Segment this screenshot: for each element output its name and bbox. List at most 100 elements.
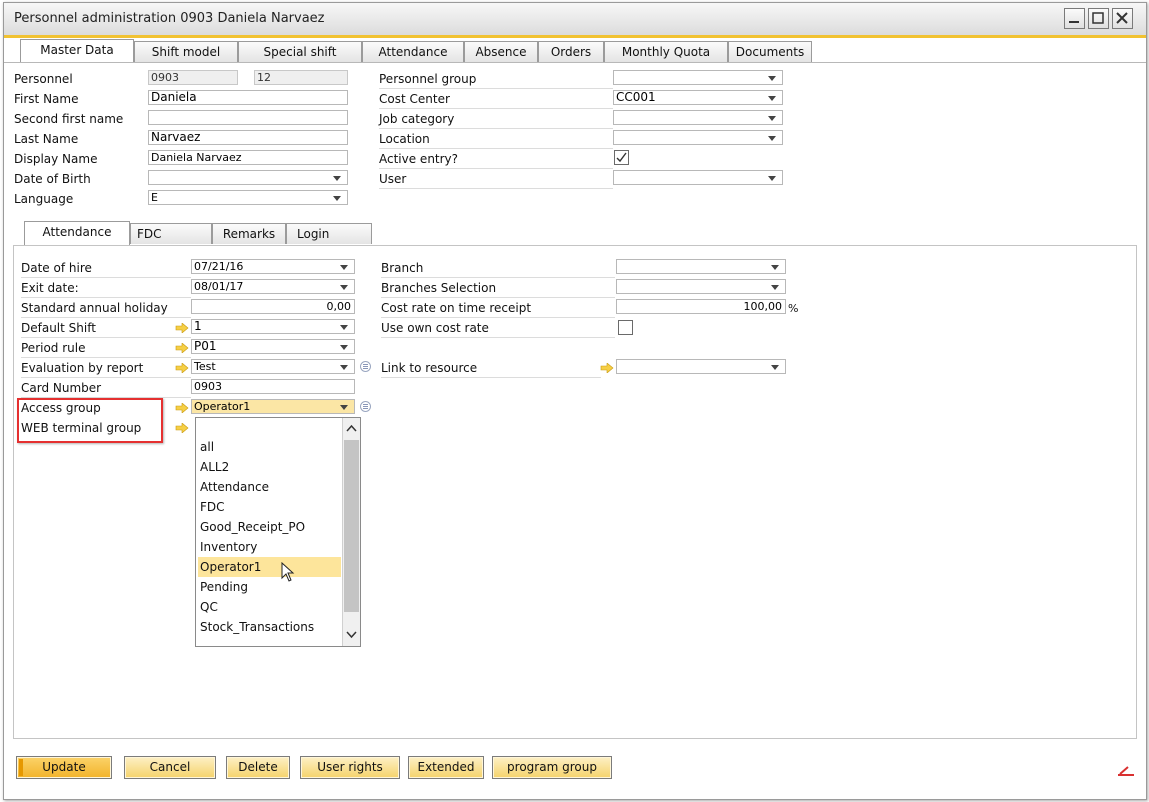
tab-documents[interactable]: Documents bbox=[728, 41, 812, 62]
tab-monthly-quota[interactable]: Monthly Quota bbox=[604, 41, 728, 62]
list-item[interactable]: Pending bbox=[198, 577, 341, 597]
link-arrow-icon[interactable] bbox=[175, 403, 189, 413]
tab-master-data[interactable]: Master Data bbox=[20, 39, 134, 63]
row-separator bbox=[21, 337, 191, 338]
scroll-down-icon[interactable] bbox=[345, 628, 358, 642]
app-logo-icon bbox=[1118, 766, 1134, 776]
branches-selection-label: Branches Selection bbox=[381, 281, 497, 295]
branch-label: Branch bbox=[381, 261, 424, 275]
link-arrow-icon[interactable] bbox=[175, 343, 189, 353]
row-separator bbox=[21, 357, 191, 358]
tab-special-shift[interactable]: Special shift bbox=[238, 41, 362, 62]
personnel-window: Personnel administration 0903 Daniela Na… bbox=[3, 2, 1147, 800]
subtab-remarks[interactable]: Remarks bbox=[212, 223, 286, 244]
maximize-button[interactable] bbox=[1088, 8, 1109, 29]
program-group-button[interactable]: program group bbox=[492, 756, 612, 779]
personnel-label: Personnel bbox=[14, 72, 73, 86]
row-separator bbox=[21, 297, 191, 298]
subtab-fdc[interactable]: FDC bbox=[130, 223, 212, 244]
subtab-attendance[interactable]: Attendance bbox=[24, 221, 130, 245]
subtab-login[interactable]: Login bbox=[286, 223, 372, 244]
checkmark-icon bbox=[616, 152, 627, 163]
tab-shift-model[interactable]: Shift model bbox=[134, 41, 238, 62]
job-category-dropdown[interactable] bbox=[613, 110, 783, 125]
own-cost-rate-checkbox[interactable] bbox=[618, 320, 633, 335]
update-button[interactable]: Update bbox=[16, 756, 112, 779]
mouse-cursor-icon bbox=[281, 562, 295, 582]
default-shift-dropdown[interactable]: 1 bbox=[191, 319, 355, 334]
delete-button[interactable]: Delete bbox=[226, 756, 290, 779]
link-resource-label: Link to resource bbox=[381, 361, 478, 375]
listbox-scrollbar[interactable] bbox=[342, 418, 360, 646]
list-item[interactable]: ALL2 bbox=[198, 457, 341, 477]
active-entry-checkbox[interactable] bbox=[614, 150, 629, 165]
first-name-field[interactable]: Daniela bbox=[148, 90, 348, 105]
last-name-field[interactable]: Narvaez bbox=[148, 130, 348, 145]
evaluation-report-label: Evaluation by report bbox=[21, 361, 144, 375]
window-title: Personnel administration 0903 Daniela Na… bbox=[14, 11, 325, 26]
list-item[interactable]: Stock_Transactions bbox=[198, 617, 341, 637]
annual-holiday-label: Standard annual holiday bbox=[21, 301, 168, 315]
row-separator bbox=[381, 297, 615, 298]
list-item[interactable]: QC bbox=[198, 597, 341, 617]
tab-absence[interactable]: Absence bbox=[464, 41, 538, 62]
user-dropdown[interactable] bbox=[613, 170, 783, 185]
tab-attendance[interactable]: Attendance bbox=[362, 41, 464, 62]
card-number-label: Card Number bbox=[21, 381, 102, 395]
annotation-highlight-box bbox=[17, 398, 163, 443]
list-item[interactable]: Good_Receipt_PO bbox=[198, 517, 341, 537]
link-resource-dropdown[interactable] bbox=[616, 359, 786, 374]
link-arrow-icon[interactable] bbox=[175, 363, 189, 373]
list-item[interactable]: all bbox=[198, 437, 341, 457]
personnel-internal-field: 12 bbox=[254, 70, 348, 85]
scroll-up-icon[interactable] bbox=[345, 422, 358, 436]
location-label: Location bbox=[379, 132, 430, 146]
list-selection-icon[interactable] bbox=[360, 401, 371, 412]
list-item[interactable]: Inventory bbox=[198, 537, 341, 557]
link-arrow-icon[interactable] bbox=[175, 323, 189, 333]
tab-orders[interactable]: Orders bbox=[538, 41, 604, 62]
cancel-button[interactable]: Cancel bbox=[124, 756, 216, 779]
row-separator bbox=[379, 168, 613, 169]
access-group-listbox[interactable]: all ALL2 Attendance FDC Good_Receipt_PO … bbox=[195, 417, 361, 647]
active-entry-label: Active entry? bbox=[379, 152, 459, 166]
cost-rate-field[interactable]: 100,00 bbox=[616, 299, 786, 314]
list-item[interactable]: FDC bbox=[198, 497, 341, 517]
personnel-group-dropdown[interactable] bbox=[613, 70, 783, 85]
language-dropdown[interactable]: E bbox=[148, 190, 348, 205]
cost-center-dropdown[interactable]: CC001 bbox=[613, 90, 783, 105]
display-name-field[interactable]: Daniela Narvaez bbox=[148, 150, 348, 165]
second-first-name-field[interactable] bbox=[148, 110, 348, 125]
link-arrow-icon[interactable] bbox=[175, 423, 189, 433]
list-selection-icon[interactable] bbox=[360, 361, 371, 372]
evaluation-report-dropdown[interactable]: Test bbox=[191, 359, 355, 374]
branch-dropdown[interactable] bbox=[616, 259, 786, 274]
annual-holiday-field[interactable]: 0,00 bbox=[191, 299, 355, 314]
access-group-dropdown[interactable]: Operator1 bbox=[191, 399, 355, 414]
list-item-selected[interactable]: Operator1 bbox=[198, 557, 341, 577]
personnel-group-label: Personnel group bbox=[379, 72, 477, 86]
cost-rate-label: Cost rate on time receipt bbox=[381, 301, 532, 315]
row-separator bbox=[381, 337, 615, 338]
extended-button[interactable]: Extended bbox=[408, 756, 484, 779]
display-name-label: Display Name bbox=[14, 152, 98, 166]
row-separator bbox=[21, 377, 191, 378]
exit-date-label: Exit date: bbox=[21, 281, 79, 295]
date-of-hire-field[interactable]: 07/21/16 bbox=[191, 259, 355, 274]
location-dropdown[interactable] bbox=[613, 130, 783, 145]
branches-selection-dropdown[interactable] bbox=[616, 279, 786, 294]
default-shift-label: Default Shift bbox=[21, 321, 96, 335]
tab-strip-line bbox=[4, 62, 1146, 63]
date-of-birth-dropdown[interactable] bbox=[148, 170, 348, 185]
date-of-hire-label: Date of hire bbox=[21, 261, 92, 275]
period-rule-dropdown[interactable]: P01 bbox=[191, 339, 355, 354]
card-number-field[interactable]: 0903 bbox=[191, 379, 355, 394]
exit-date-field[interactable]: 08/01/17 bbox=[191, 279, 355, 294]
scrollbar-thumb[interactable] bbox=[344, 440, 359, 612]
list-item[interactable]: Attendance bbox=[198, 477, 341, 497]
link-arrow-icon[interactable] bbox=[600, 363, 614, 373]
user-rights-button[interactable]: User rights bbox=[300, 756, 400, 779]
minimize-button[interactable] bbox=[1064, 8, 1085, 29]
close-button[interactable] bbox=[1112, 8, 1133, 29]
job-category-label: Job category bbox=[379, 112, 455, 126]
